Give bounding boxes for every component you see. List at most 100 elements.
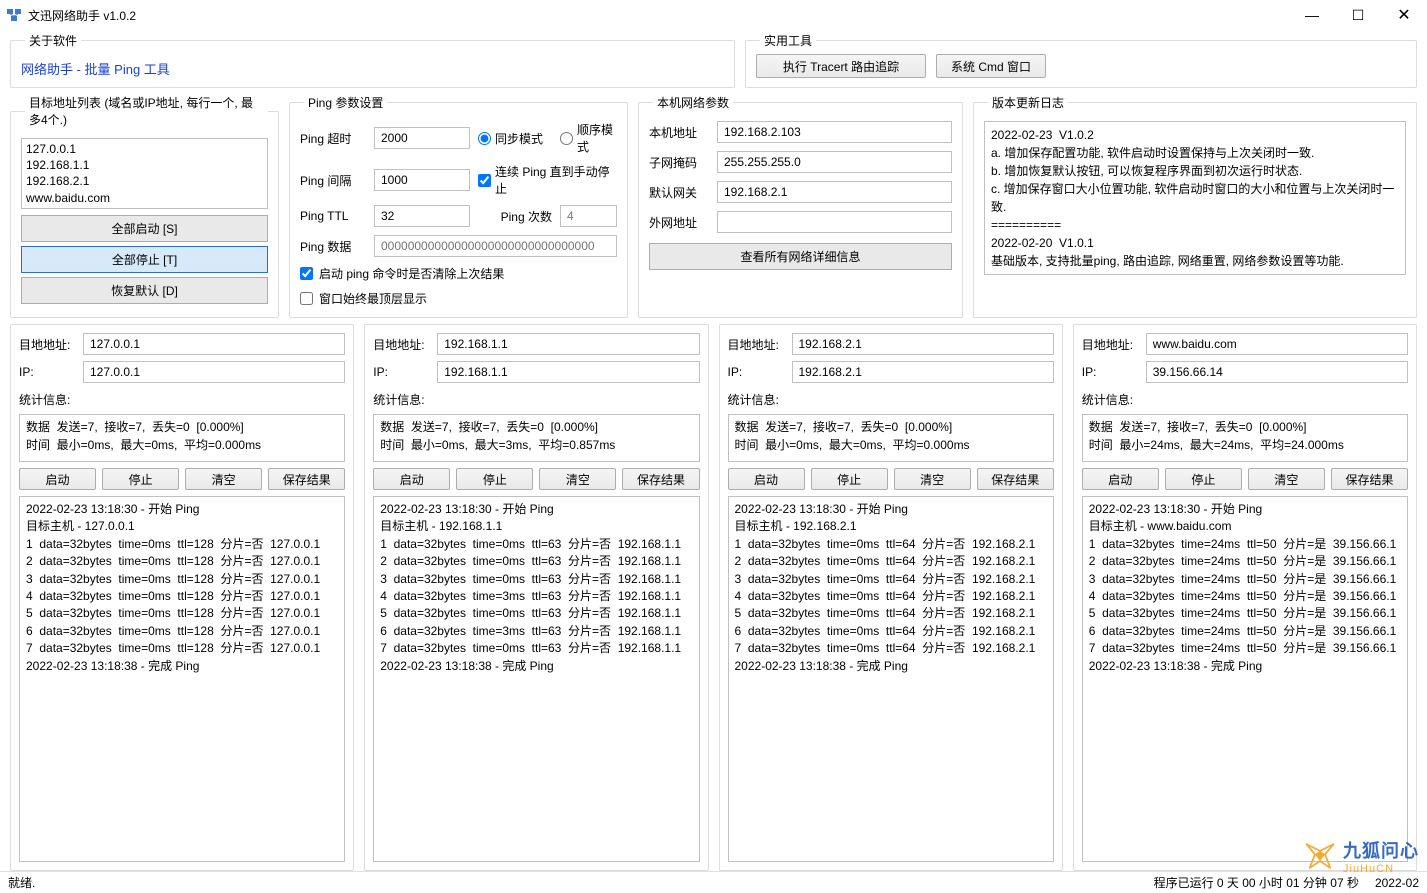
gateway-input[interactable] bbox=[717, 181, 952, 203]
panel-start-button[interactable]: 启动 bbox=[1082, 468, 1159, 490]
continuous-ping-check[interactable]: 连续 Ping 直到手动停止 bbox=[478, 163, 617, 197]
panel-clear-button[interactable]: 清空 bbox=[185, 468, 262, 490]
sync-mode-radio[interactable]: 同步模式 bbox=[478, 130, 552, 147]
ping-params-legend: Ping 参数设置 bbox=[304, 94, 387, 111]
about-legend: 关于软件 bbox=[25, 32, 81, 49]
local-ip-input[interactable] bbox=[717, 121, 952, 143]
ttl-input[interactable] bbox=[374, 205, 470, 227]
stats-label: 统计信息: bbox=[728, 391, 1054, 408]
stats-box: 数据 发送=7, 接收=7, 丢失=0 [0.000%] 时间 最小=24ms,… bbox=[1082, 414, 1408, 462]
panel-start-button[interactable]: 启动 bbox=[373, 468, 450, 490]
panel-clear-button[interactable]: 清空 bbox=[1248, 468, 1325, 490]
dest-input[interactable] bbox=[437, 333, 699, 355]
about-group: 关于软件 网络助手 - 批量 Ping 工具 bbox=[10, 32, 735, 88]
ping-params-group: Ping 参数设置 Ping 超时 同步模式 顺序模式 Ping 间隔 连续 P… bbox=[289, 94, 628, 318]
close-button[interactable]: ✕ bbox=[1381, 0, 1427, 30]
panel-save-button[interactable]: 保存结果 bbox=[977, 468, 1054, 490]
ip-input[interactable] bbox=[1146, 361, 1408, 383]
data-input[interactable] bbox=[374, 235, 617, 257]
timeout-input[interactable] bbox=[374, 127, 470, 149]
panel-stop-button[interactable]: 停止 bbox=[102, 468, 179, 490]
stats-box: 数据 发送=7, 接收=7, 丢失=0 [0.000%] 时间 最小=0ms, … bbox=[373, 414, 699, 462]
stats-box: 数据 发送=7, 接收=7, 丢失=0 [0.000%] 时间 最小=0ms, … bbox=[728, 414, 1054, 462]
count-input bbox=[560, 205, 617, 227]
always-top-check[interactable]: 窗口始终最顶层显示 bbox=[300, 290, 617, 307]
panel-start-button[interactable]: 启动 bbox=[728, 468, 805, 490]
timeout-label: Ping 超时 bbox=[300, 130, 366, 147]
stats-label: 统计信息: bbox=[373, 391, 699, 408]
interval-label: Ping 间隔 bbox=[300, 172, 366, 189]
stats-label: 统计信息: bbox=[19, 391, 345, 408]
status-runtime: 程序已运行 0 天 00 小时 01 分钟 07 秒 bbox=[1154, 874, 1359, 891]
targets-legend: 目标地址列表 (域名或IP地址, 每行一个, 最多4个.) bbox=[25, 94, 268, 128]
data-label: Ping 数据 bbox=[300, 238, 366, 255]
ping-panel: 目地地址: IP: 统计信息: 数据 发送=7, 接收=7, 丢失=0 [0.0… bbox=[364, 324, 708, 871]
status-ready: 就绪. bbox=[8, 874, 35, 891]
wan-input[interactable] bbox=[717, 211, 952, 233]
dest-label: 目地地址: bbox=[373, 336, 429, 353]
panel-log[interactable]: 2022-02-23 13:18:30 - 开始 Ping 目标主机 - 192… bbox=[728, 496, 1054, 862]
start-all-button[interactable]: 全部启动 [S] bbox=[21, 215, 268, 242]
panel-stop-button[interactable]: 停止 bbox=[811, 468, 888, 490]
ttl-label: Ping TTL bbox=[300, 209, 366, 223]
changelog-text[interactable]: 2022-02-23 V1.0.2 a. 增加保存配置功能, 软件启动时设置保持… bbox=[984, 121, 1406, 275]
cmd-button[interactable]: 系统 Cmd 窗口 bbox=[936, 54, 1046, 78]
clear-on-start-check[interactable]: 启动 ping 命令时是否清除上次结果 bbox=[300, 265, 617, 282]
interval-input[interactable] bbox=[374, 169, 470, 191]
ping-panel: 目地地址: IP: 统计信息: 数据 发送=7, 接收=7, 丢失=0 [0.0… bbox=[10, 324, 354, 871]
ip-input[interactable] bbox=[83, 361, 345, 383]
net-params-legend: 本机网络参数 bbox=[653, 94, 733, 111]
dest-input[interactable] bbox=[1146, 333, 1408, 355]
ping-panels-row: 目地地址: IP: 统计信息: 数据 发送=7, 接收=7, 丢失=0 [0.0… bbox=[10, 324, 1417, 871]
titlebar: 文迅网络助手 v1.0.2 — ☐ ✕ bbox=[0, 0, 1427, 30]
maximize-button[interactable]: ☐ bbox=[1335, 0, 1381, 30]
changelog-group: 版本更新日志 2022-02-23 V1.0.2 a. 增加保存配置功能, 软件… bbox=[973, 94, 1417, 318]
panel-start-button[interactable]: 启动 bbox=[19, 468, 96, 490]
ip-input[interactable] bbox=[437, 361, 699, 383]
ping-panel: 目地地址: IP: 统计信息: 数据 发送=7, 接收=7, 丢失=0 [0.0… bbox=[1073, 324, 1417, 871]
status-bar: 就绪. 程序已运行 0 天 00 小时 01 分钟 07 秒 2022-02 bbox=[0, 871, 1427, 893]
panel-clear-button[interactable]: 清空 bbox=[894, 468, 971, 490]
net-params-group: 本机网络参数 本机地址 子网掩码 默认网关 外网地址 查看所有网络详细信息 bbox=[638, 94, 963, 318]
panel-log[interactable]: 2022-02-23 13:18:30 - 开始 Ping 目标主机 - 192… bbox=[373, 496, 699, 862]
panel-stop-button[interactable]: 停止 bbox=[456, 468, 533, 490]
mask-input[interactable] bbox=[717, 151, 952, 173]
seq-mode-radio[interactable]: 顺序模式 bbox=[560, 121, 617, 155]
panel-stop-button[interactable]: 停止 bbox=[1165, 468, 1242, 490]
ping-panel: 目地地址: IP: 统计信息: 数据 发送=7, 接收=7, 丢失=0 [0.0… bbox=[719, 324, 1063, 871]
targets-group: 目标地址列表 (域名或IP地址, 每行一个, 最多4个.) 127.0.0.1 … bbox=[10, 94, 279, 318]
dest-input[interactable] bbox=[83, 333, 345, 355]
dest-label: 目地地址: bbox=[19, 336, 75, 353]
targets-textarea[interactable]: 127.0.0.1 192.168.1.1 192.168.2.1 www.ba… bbox=[21, 138, 268, 209]
reset-button[interactable]: 恢复默认 [D] bbox=[21, 277, 268, 304]
panel-save-button[interactable]: 保存结果 bbox=[622, 468, 699, 490]
view-net-details-button[interactable]: 查看所有网络详细信息 bbox=[649, 243, 952, 270]
stop-all-button[interactable]: 全部停止 [T] bbox=[21, 246, 268, 273]
gateway-label: 默认网关 bbox=[649, 184, 709, 201]
app-icon bbox=[6, 7, 22, 23]
dest-label: 目地地址: bbox=[728, 336, 784, 353]
window-title: 文迅网络助手 v1.0.2 bbox=[28, 7, 1289, 24]
panel-clear-button[interactable]: 清空 bbox=[539, 468, 616, 490]
tools-group: 实用工具 执行 Tracert 路由追踪 系统 Cmd 窗口 bbox=[745, 32, 1417, 88]
tools-legend: 实用工具 bbox=[760, 32, 816, 49]
ip-input[interactable] bbox=[792, 361, 1054, 383]
panel-log[interactable]: 2022-02-23 13:18:30 - 开始 Ping 目标主机 - www… bbox=[1082, 496, 1408, 862]
wan-label: 外网地址 bbox=[649, 214, 709, 231]
dest-label: 目地地址: bbox=[1082, 336, 1138, 353]
panel-save-button[interactable]: 保存结果 bbox=[1331, 468, 1408, 490]
ip-label: IP: bbox=[19, 365, 75, 379]
about-link[interactable]: 网络助手 - 批量 Ping 工具 bbox=[21, 59, 170, 78]
count-label: Ping 次数 bbox=[478, 208, 552, 225]
ip-label: IP: bbox=[373, 365, 429, 379]
panel-save-button[interactable]: 保存结果 bbox=[268, 468, 345, 490]
panel-log[interactable]: 2022-02-23 13:18:30 - 开始 Ping 目标主机 - 127… bbox=[19, 496, 345, 862]
dest-input[interactable] bbox=[792, 333, 1054, 355]
stats-box: 数据 发送=7, 接收=7, 丢失=0 [0.000%] 时间 最小=0ms, … bbox=[19, 414, 345, 462]
mask-label: 子网掩码 bbox=[649, 154, 709, 171]
tracert-button[interactable]: 执行 Tracert 路由追踪 bbox=[756, 54, 926, 78]
ip-label: IP: bbox=[1082, 365, 1138, 379]
stats-label: 统计信息: bbox=[1082, 391, 1408, 408]
minimize-button[interactable]: — bbox=[1289, 0, 1335, 30]
changelog-legend: 版本更新日志 bbox=[988, 94, 1068, 111]
